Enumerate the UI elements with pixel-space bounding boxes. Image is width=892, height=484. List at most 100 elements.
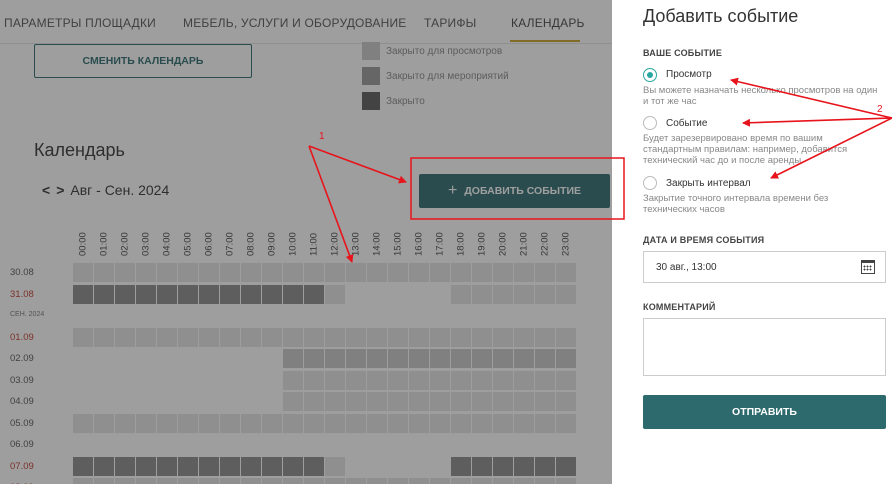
calendar-cell[interactable] — [346, 413, 366, 433]
calendar-cell[interactable] — [556, 284, 576, 304]
calendar-cell[interactable] — [262, 392, 282, 411]
calendar-cell[interactable] — [430, 456, 450, 476]
calendar-cell[interactable] — [493, 263, 513, 282]
calendar-cell[interactable] — [535, 349, 555, 368]
calendar-cell[interactable] — [73, 263, 93, 282]
chevron-left-icon[interactable]: < — [42, 182, 50, 198]
calendar-cell[interactable] — [262, 435, 282, 454]
calendar-cell[interactable] — [451, 284, 471, 304]
calendar-cell[interactable] — [157, 327, 177, 347]
calendar-cell[interactable] — [157, 349, 177, 368]
calendar-cell[interactable] — [388, 284, 408, 304]
calendar-cell[interactable] — [283, 370, 303, 390]
calendar-cell[interactable] — [430, 284, 450, 304]
calendar-cell[interactable] — [472, 349, 492, 368]
calendar-cell[interactable] — [556, 392, 576, 411]
calendar-cell[interactable] — [262, 263, 282, 282]
calendar-cell[interactable] — [73, 478, 93, 484]
calendar-cell[interactable] — [220, 370, 240, 390]
calendar-cell[interactable] — [220, 456, 240, 476]
calendar-cell[interactable] — [241, 456, 261, 476]
calendar-cell[interactable] — [136, 327, 156, 347]
calendar-cell[interactable] — [94, 349, 114, 368]
calendar-cell[interactable] — [304, 370, 324, 390]
calendar-cell[interactable] — [346, 284, 366, 304]
calendar-cell[interactable] — [409, 435, 429, 454]
calendar-cell[interactable] — [514, 392, 534, 411]
calendar-cell[interactable] — [556, 413, 576, 433]
calendar-cell[interactable] — [388, 478, 408, 484]
calendar-cell[interactable] — [409, 327, 429, 347]
calendar-cell[interactable] — [304, 456, 324, 476]
calendar-cell[interactable] — [325, 478, 345, 484]
calendar-cell[interactable] — [493, 478, 513, 484]
calendar-cell[interactable] — [325, 456, 345, 476]
calendar-cell[interactable] — [136, 478, 156, 484]
calendar-cell[interactable] — [430, 370, 450, 390]
calendar-cell[interactable] — [304, 284, 324, 304]
calendar-cell[interactable] — [262, 349, 282, 368]
calendar-cell[interactable] — [94, 327, 114, 347]
calendar-cell[interactable] — [94, 370, 114, 390]
add-event-button[interactable]: + ДОБАВИТЬ СОБЫТИЕ — [419, 174, 610, 208]
calendar-cell[interactable] — [430, 327, 450, 347]
calendar-cell[interactable] — [178, 392, 198, 411]
calendar-cell[interactable] — [409, 263, 429, 282]
calendar-cell[interactable] — [430, 478, 450, 484]
calendar-cell[interactable] — [115, 349, 135, 368]
calendar-cell[interactable] — [472, 435, 492, 454]
calendar-cell[interactable] — [115, 263, 135, 282]
change-calendar-button[interactable]: СМЕНИТЬ КАЛЕНДАРЬ — [34, 44, 252, 78]
calendar-cell[interactable] — [220, 349, 240, 368]
calendar-cell[interactable] — [451, 392, 471, 411]
calendar-cell[interactable] — [472, 284, 492, 304]
calendar-cell[interactable] — [157, 263, 177, 282]
calendar-cell[interactable] — [73, 456, 93, 476]
calendar-cell[interactable] — [115, 435, 135, 454]
calendar-cell[interactable] — [388, 413, 408, 433]
calendar-cell[interactable] — [472, 327, 492, 347]
calendar-cell[interactable] — [136, 413, 156, 433]
calendar-cell[interactable] — [409, 478, 429, 484]
calendar-cell[interactable] — [388, 263, 408, 282]
calendar-cell[interactable] — [178, 327, 198, 347]
calendar-cell[interactable] — [94, 413, 114, 433]
calendar-cell[interactable] — [94, 456, 114, 476]
calendar-cell[interactable] — [241, 413, 261, 433]
calendar-cell[interactable] — [199, 392, 219, 411]
calendar-cell[interactable] — [157, 478, 177, 484]
calendar-cell[interactable] — [409, 349, 429, 368]
calendar-cell[interactable] — [451, 435, 471, 454]
radio-event-label[interactable]: Событие — [666, 118, 707, 129]
calendar-cell[interactable] — [514, 327, 534, 347]
calendar-cell[interactable] — [136, 456, 156, 476]
calendar-cell[interactable] — [451, 456, 471, 476]
calendar-cell[interactable] — [514, 478, 534, 484]
calendar-cell[interactable] — [241, 392, 261, 411]
calendar-cell[interactable] — [115, 284, 135, 304]
calendar-cell[interactable] — [157, 370, 177, 390]
calendar-cell[interactable] — [115, 370, 135, 390]
calendar-cell[interactable] — [346, 370, 366, 390]
calendar-cell[interactable] — [346, 349, 366, 368]
calendar-cell[interactable] — [388, 392, 408, 411]
calendar-cell[interactable] — [325, 435, 345, 454]
calendar-cell[interactable] — [199, 284, 219, 304]
calendar-cell[interactable] — [178, 478, 198, 484]
calendar-cell[interactable] — [388, 349, 408, 368]
calendar-cell[interactable] — [283, 392, 303, 411]
calendar-cell[interactable] — [304, 327, 324, 347]
calendar-cell[interactable] — [220, 327, 240, 347]
calendar-cell[interactable] — [493, 284, 513, 304]
calendar-cell[interactable] — [388, 456, 408, 476]
calendar-cell[interactable] — [157, 456, 177, 476]
calendar-cell[interactable] — [346, 263, 366, 282]
calendar-cell[interactable] — [325, 392, 345, 411]
calendar-cell[interactable] — [388, 327, 408, 347]
calendar-cell[interactable] — [283, 435, 303, 454]
calendar-cell[interactable] — [451, 349, 471, 368]
calendar-cell[interactable] — [535, 392, 555, 411]
calendar-cell[interactable] — [220, 478, 240, 484]
calendar-cell[interactable] — [472, 456, 492, 476]
calendar-cell[interactable] — [262, 284, 282, 304]
